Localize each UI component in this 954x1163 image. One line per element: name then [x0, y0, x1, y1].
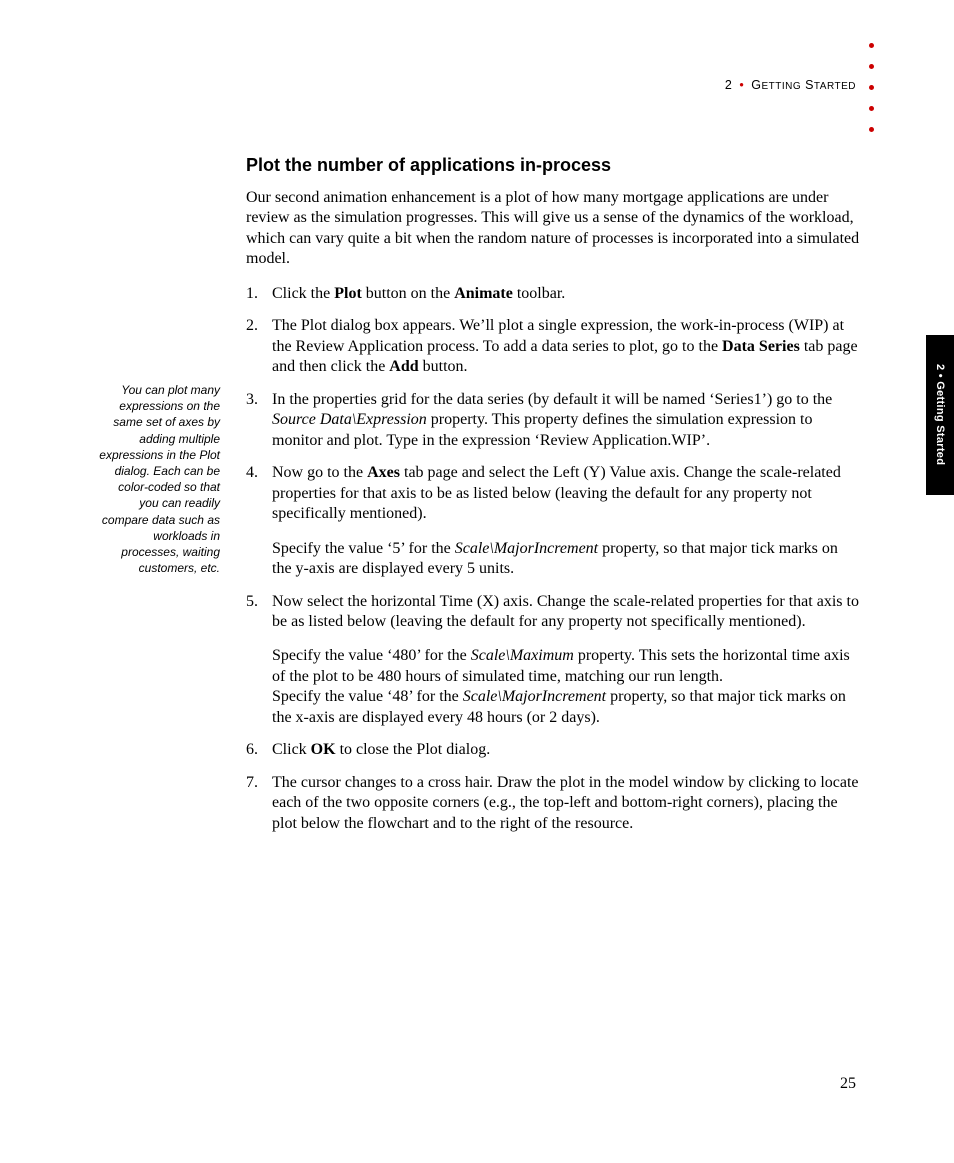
- main-content: Plot the number of applications in-proce…: [246, 155, 860, 846]
- page-number: 25: [840, 1075, 856, 1093]
- step-7: The cursor changes to a cross hair. Draw…: [246, 773, 860, 834]
- step-list: Click the Plot button on the Animate too…: [246, 284, 860, 834]
- step-4-sub: Specify the value ‘5’ for the Scale\Majo…: [272, 539, 860, 580]
- intro-paragraph: Our second animation enhancement is a pl…: [246, 188, 860, 270]
- section-heading: Plot the number of applications in-proce…: [246, 155, 860, 176]
- step-2: The Plot dialog box appears. We’ll plot …: [246, 316, 860, 377]
- header-chapter-title: GETTING STARTED: [751, 78, 856, 92]
- header-dots: [869, 35, 874, 140]
- margin-note: You can plot many expressions on the sam…: [98, 382, 220, 576]
- running-header: 2 • GETTING STARTED: [725, 78, 856, 92]
- step-1: Click the Plot button on the Animate too…: [246, 284, 860, 304]
- header-chapter-number: 2: [725, 78, 732, 92]
- step-4: Now go to the Axes tab page and select t…: [246, 463, 860, 579]
- step-5-sub: Specify the value ‘480’ for the Scale\Ma…: [272, 646, 860, 728]
- thumb-index-tab: 2 • Getting Started: [926, 335, 954, 495]
- step-6: Click OK to close the Plot dialog.: [246, 740, 860, 760]
- step-3: In the properties grid for the data seri…: [246, 390, 860, 451]
- header-separator: •: [736, 78, 747, 92]
- step-5: Now select the horizontal Time (X) axis.…: [246, 592, 860, 729]
